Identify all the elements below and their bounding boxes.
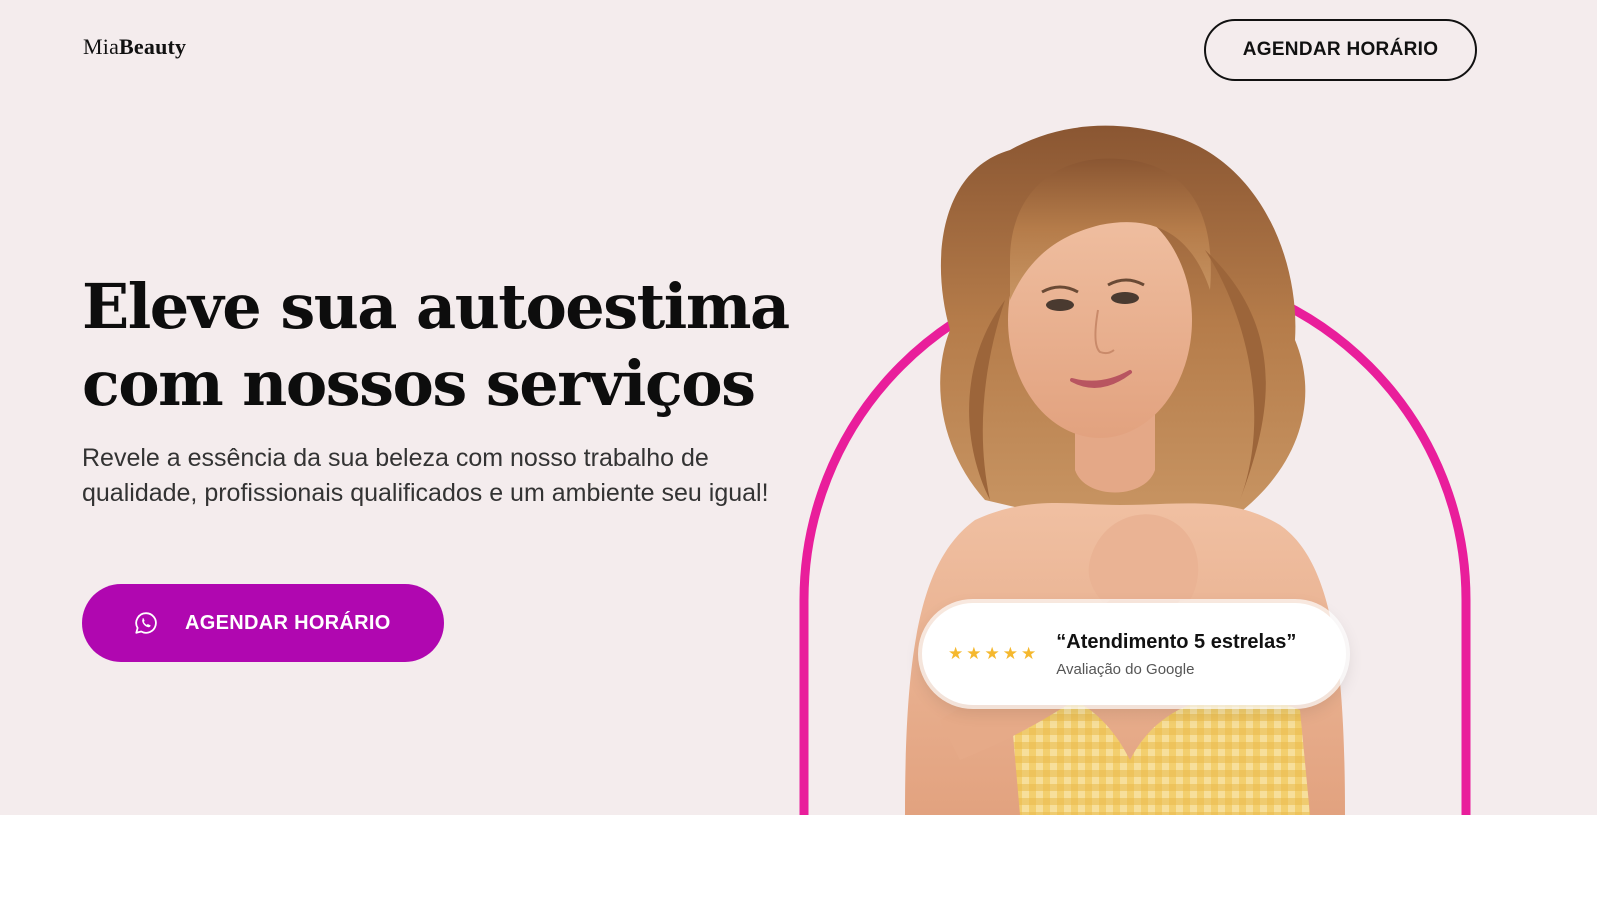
star-icon: ★ <box>1002 643 1018 664</box>
star-rating: ★ ★ ★ ★ ★ <box>948 643 1037 664</box>
review-quote: “Atendimento 5 estrelas” <box>1056 630 1297 653</box>
model-illustration <box>905 125 1345 815</box>
star-icon: ★ <box>948 643 964 664</box>
star-icon: ★ <box>966 643 982 664</box>
review-card: ★ ★ ★ ★ ★ “Atendimento 5 estrelas” Avali… <box>922 603 1346 705</box>
hero-visual: ★ ★ ★ ★ ★ “Atendimento 5 estrelas” Avali… <box>0 0 1597 815</box>
review-text: “Atendimento 5 estrelas” Avaliação do Go… <box>1056 631 1296 678</box>
review-source: Avaliação do Google <box>1056 660 1195 678</box>
star-icon: ★ <box>984 643 1000 664</box>
star-icon: ★ <box>1021 643 1037 664</box>
hero-section: MiaBeauty AGENDAR HORÁRIO Eleve sua auto… <box>0 0 1597 815</box>
